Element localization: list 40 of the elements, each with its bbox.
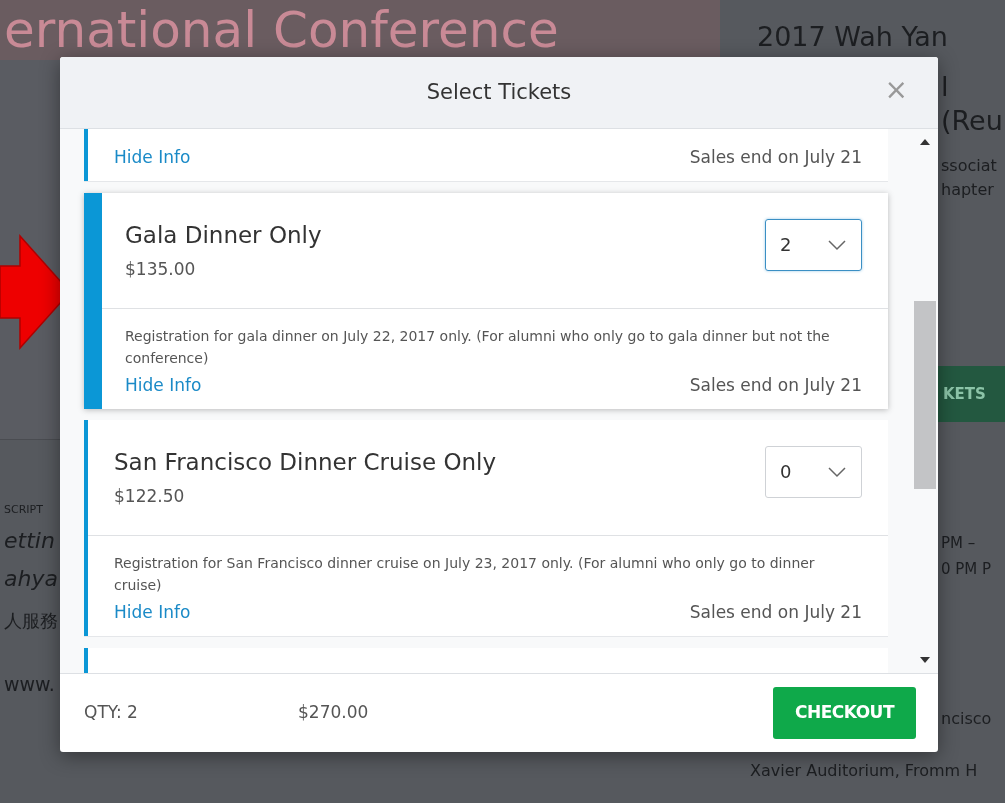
time-text: 0 PM P xyxy=(941,559,992,580)
ticket-name: San Francisco Dinner Cruise Only xyxy=(114,447,497,476)
hide-info-link[interactable]: Hide Info xyxy=(114,600,191,626)
time-text: PM – xyxy=(941,533,976,554)
sales-end-text: Sales end on July 21 xyxy=(689,601,862,624)
hide-info-link[interactable]: Hide Info xyxy=(114,145,191,171)
sales-end-text: Sales end on July 21 xyxy=(689,146,862,169)
organizer-text: hapter xyxy=(941,179,994,201)
banner-title: ernational Conference xyxy=(4,0,559,60)
sales-end-text: Sales end on July 21 xyxy=(689,374,862,397)
quantity-select[interactable]: 2 xyxy=(765,218,862,271)
ticket-description: Registration for gala dinner on July 22, 2017 only. (For alumni who only go to gala dinner but not the conference) xyxy=(125,327,831,368)
quantity-total: QTY: 2 xyxy=(84,701,139,725)
organizer-text: ssociat xyxy=(941,155,997,177)
ticket-name: Gala Dinner Only xyxy=(125,220,322,249)
venue-text: ncisco xyxy=(941,708,992,730)
checkout-button[interactable]: CHECKOUT xyxy=(773,687,916,739)
website-text: www. xyxy=(4,671,55,697)
accent-bar xyxy=(84,129,88,181)
description-text: ettin xyxy=(4,526,55,555)
quantity-select[interactable]: 0 xyxy=(765,445,862,498)
scroll-down-icon[interactable] xyxy=(920,657,930,663)
hide-info-link[interactable]: Hide Info xyxy=(125,373,202,399)
ticket-price: $135.00 xyxy=(125,257,197,281)
section-label: SCRIPT xyxy=(4,502,43,518)
scroll-up-icon[interactable] xyxy=(920,139,930,145)
description-text: ahya xyxy=(4,564,58,593)
ticket-price: $122.50 xyxy=(114,484,186,508)
chinese-text: 人服務 xyxy=(4,608,58,633)
venue-text: Xavier Auditorium, Fromm H xyxy=(750,760,978,782)
chevron-down-icon xyxy=(827,465,847,478)
event-title: 2017 Wah Yan xyxy=(757,20,948,54)
event-title: l xyxy=(941,70,949,104)
event-title: (Reu xyxy=(941,104,1003,138)
close-button[interactable]: × xyxy=(884,75,908,105)
price-total: $270.00 xyxy=(298,701,369,725)
ticket-description: Registration for San Francisco dinner cruise on July 23, 2017 only. (For alumni who only go to dinner cruise) xyxy=(114,554,816,595)
modal-title: Select Tickets xyxy=(426,78,572,106)
scrollbar-thumb[interactable] xyxy=(914,301,936,489)
chevron-down-icon xyxy=(827,238,847,251)
